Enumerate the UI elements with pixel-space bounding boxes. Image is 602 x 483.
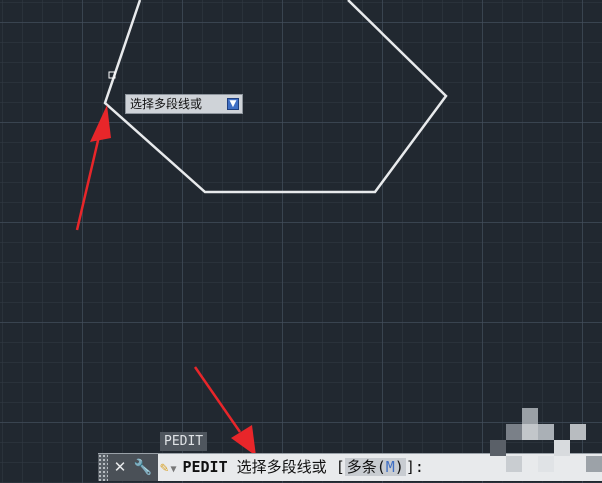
chevron-down-icon[interactable]: ▼	[170, 464, 176, 475]
red-arrow-top	[75, 105, 111, 231]
tooltip-text: 选择多段线或	[130, 97, 203, 111]
pencil-icon[interactable]: ✎	[160, 460, 168, 476]
watermark-mosaic	[490, 408, 602, 472]
close-icon[interactable]: ✕	[110, 458, 130, 477]
selection-tooltip: 选择多段线或 ▼	[125, 94, 243, 114]
command-line-controls: ✕ 🔧	[108, 454, 158, 481]
drag-grip[interactable]	[98, 454, 108, 481]
command-name: PEDIT	[182, 458, 228, 476]
command-tag: PEDIT	[160, 432, 208, 451]
wrench-icon[interactable]: 🔧	[133, 458, 153, 477]
command-prompt: 选择多段线或	[236, 458, 327, 476]
close-bracket: ]:	[405, 458, 424, 476]
option-multiple[interactable]: 多条(M)	[344, 458, 406, 476]
download-arrow-icon[interactable]: ▼	[227, 98, 239, 110]
open-bracket: [	[335, 458, 345, 476]
